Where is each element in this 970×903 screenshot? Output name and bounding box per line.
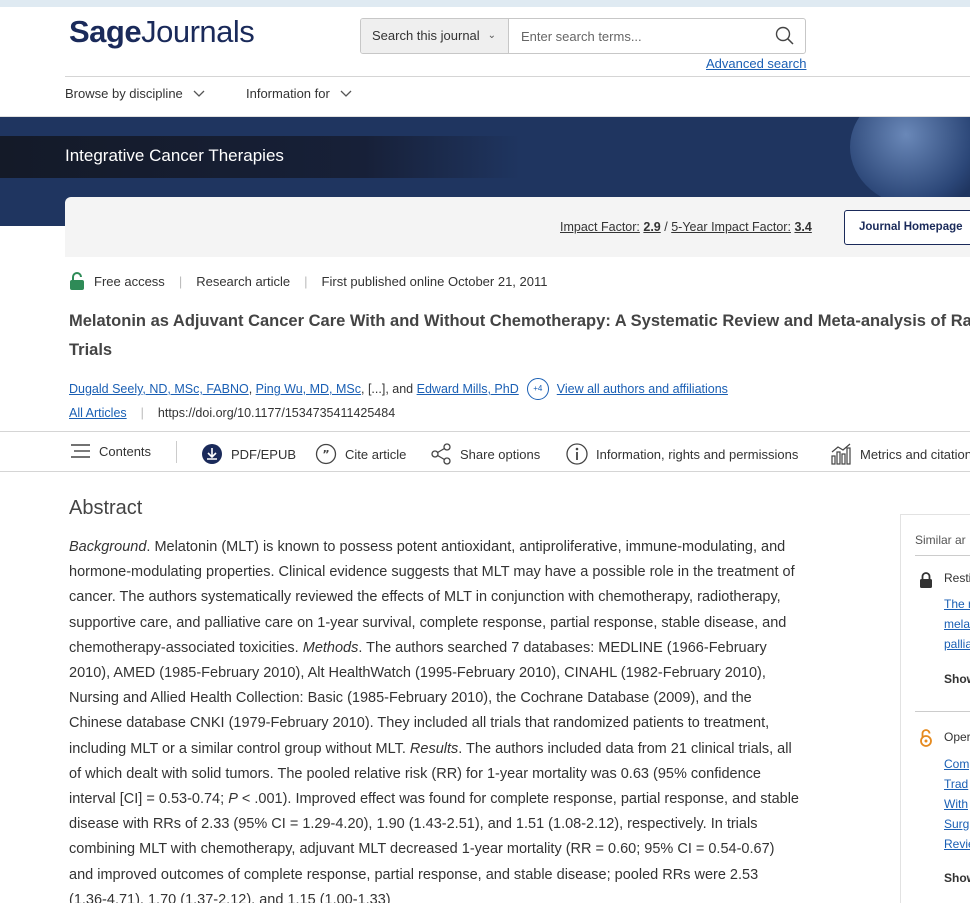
toolbar-separator bbox=[176, 441, 177, 463]
abstract-methods-label: Methods bbox=[302, 639, 359, 656]
similar-articles-panel: Similar ar Resti The r melat pallia Show… bbox=[900, 514, 970, 903]
top-accent-bar bbox=[0, 0, 970, 7]
search-box: Search this journal ⌄ bbox=[360, 18, 806, 54]
toolbar-information-label: Information, rights and permissions bbox=[596, 446, 799, 462]
toolbar-metrics[interactable]: Metrics and citations bbox=[830, 443, 970, 465]
meta-separator: | bbox=[140, 406, 144, 420]
toolbar-pdf-label: PDF/EPUB bbox=[231, 446, 297, 462]
toolbar-contents[interactable]: Contents bbox=[69, 443, 151, 459]
quote-icon: ” bbox=[315, 443, 337, 465]
similar-item-link[interactable]: Comp bbox=[944, 757, 970, 771]
five-year-impact-value: 3.4 bbox=[794, 220, 812, 234]
header-divider bbox=[65, 76, 970, 77]
published-date: First published online October 21, 2011 bbox=[321, 273, 548, 289]
article-type: Research article bbox=[196, 273, 291, 289]
download-icon bbox=[202, 444, 222, 464]
similar-item-show-button[interactable]: Show bbox=[944, 672, 970, 686]
svg-text:”: ” bbox=[322, 448, 329, 461]
author-comma: , bbox=[248, 382, 253, 396]
similar-item-show-button[interactable]: Show bbox=[944, 871, 970, 885]
logo-sage: Sage bbox=[69, 14, 142, 49]
similar-item-link[interactable]: melat bbox=[944, 617, 970, 631]
search-button[interactable] bbox=[765, 19, 805, 53]
article-title-line1: Melatonin as Adjuvant Cancer Care With a… bbox=[69, 312, 970, 330]
author-link[interactable]: Edward Mills, PhD bbox=[417, 382, 519, 396]
toolbar-share-label: Share options bbox=[460, 446, 541, 462]
meta-separator: | bbox=[304, 273, 308, 289]
similar-item-access-tag: Oper bbox=[944, 730, 970, 744]
article-title-line2: Trials bbox=[69, 341, 113, 359]
lock-icon bbox=[920, 572, 932, 588]
toolbar-contents-label: Contents bbox=[99, 443, 152, 459]
impact-factor-label[interactable]: Impact Factor: bbox=[560, 220, 640, 234]
chevron-down-icon bbox=[193, 90, 205, 97]
search-input[interactable] bbox=[509, 19, 765, 53]
banner-decoration bbox=[850, 117, 970, 207]
similar-item-link[interactable]: The r bbox=[944, 597, 970, 611]
doi-row: All Articles | https://doi.org/10.1177/1… bbox=[69, 406, 395, 420]
advanced-search-link[interactable]: Advanced search bbox=[706, 56, 806, 71]
unlock-icon bbox=[70, 272, 84, 290]
sidebar-divider bbox=[915, 711, 970, 712]
abstract-text: Background. Melatonin (MLT) is known to … bbox=[69, 535, 799, 903]
logo-journals: Journals bbox=[141, 14, 255, 49]
chevron-down-icon: ⌄ bbox=[487, 30, 496, 41]
nav-browse-by-discipline[interactable]: Browse by discipline bbox=[65, 86, 205, 101]
doi-text[interactable]: https://doi.org/10.1177/1534735411425484 bbox=[158, 406, 395, 420]
journal-info-card bbox=[65, 197, 970, 257]
bar-chart-icon bbox=[831, 443, 851, 465]
toolbar-pdf[interactable]: PDF/EPUB bbox=[201, 443, 296, 465]
nav-browse-label: Browse by discipline bbox=[65, 86, 183, 101]
view-all-authors-link[interactable]: View all authors and affiliations bbox=[557, 382, 728, 396]
more-authors-badge[interactable]: +4 bbox=[526, 378, 549, 400]
article-toolbar: Contents PDF/EPUB ” Cite article Share o… bbox=[0, 431, 970, 472]
nav-info-label: Information for bbox=[246, 86, 330, 101]
article-title: Melatonin as Adjuvant Cancer Care With a… bbox=[69, 307, 970, 365]
access-status: Free access bbox=[94, 273, 165, 289]
five-year-impact-label[interactable]: 5-Year Impact Factor: bbox=[671, 220, 791, 234]
sidebar-divider bbox=[915, 555, 970, 556]
open-access-icon bbox=[920, 729, 932, 747]
similar-item-link[interactable]: Surg bbox=[944, 817, 969, 831]
toolbar-cite[interactable]: ” Cite article bbox=[315, 443, 406, 465]
abstract-methods-text: . The authors searched 7 databases: MEDL… bbox=[69, 639, 770, 757]
meta-separator: | bbox=[178, 273, 183, 289]
impact-factor-value: 2.9 bbox=[643, 220, 661, 234]
list-icon bbox=[71, 444, 90, 458]
info-icon bbox=[566, 443, 588, 465]
article-meta: Free access | Research article | First p… bbox=[69, 272, 547, 290]
similar-item-link[interactable]: With bbox=[944, 797, 968, 811]
nav-information-for[interactable]: Information for bbox=[246, 86, 352, 101]
author-link[interactable]: Ping Wu, MD, MSc bbox=[256, 382, 361, 396]
abstract-background-label: Background bbox=[69, 539, 147, 555]
abstract-results-label: Results bbox=[409, 740, 459, 757]
impact-separator: / bbox=[664, 220, 668, 234]
p-value-label: P bbox=[228, 791, 238, 808]
similar-item-link[interactable]: pallia bbox=[944, 637, 970, 651]
similar-articles-heading: Similar ar bbox=[915, 533, 966, 547]
search-scope-label: Search this journal bbox=[372, 28, 480, 43]
similar-item-link[interactable]: Revie bbox=[944, 837, 970, 851]
author-link[interactable]: Dugald Seely, ND, MSc, FABNO bbox=[69, 382, 249, 396]
toolbar-cite-label: Cite article bbox=[345, 446, 407, 462]
all-articles-link[interactable]: All Articles bbox=[69, 406, 127, 420]
abstract-background-text: . Melatonin (MLT) is known to possess po… bbox=[69, 539, 795, 656]
abstract-heading: Abstract bbox=[69, 497, 143, 519]
chevron-down-icon bbox=[340, 90, 352, 97]
similar-item-access-tag: Resti bbox=[944, 571, 970, 585]
sage-journals-logo[interactable]: SageJournals bbox=[69, 14, 255, 50]
toolbar-information[interactable]: Information, rights and permissions bbox=[566, 443, 798, 465]
search-scope-select[interactable]: Search this journal ⌄ bbox=[361, 19, 509, 53]
share-icon bbox=[431, 443, 451, 465]
journal-title[interactable]: Integrative Cancer Therapies bbox=[65, 146, 284, 166]
abstract-results-text-cont: < .001). Improved effect was found for c… bbox=[69, 791, 799, 903]
toolbar-metrics-label: Metrics and citations bbox=[860, 446, 970, 462]
impact-factor: Impact Factor: 2.9 / 5-Year Impact Facto… bbox=[560, 220, 812, 234]
toolbar-share[interactable]: Share options bbox=[430, 443, 540, 465]
search-icon bbox=[775, 26, 794, 45]
author-ellipsis: , [...], and bbox=[361, 382, 414, 396]
journal-homepage-button[interactable]: Journal Homepage bbox=[844, 210, 970, 245]
author-list: Dugald Seely, ND, MSc, FABNO, Ping Wu, M… bbox=[69, 378, 728, 400]
similar-item-link[interactable]: Trad bbox=[944, 777, 968, 791]
